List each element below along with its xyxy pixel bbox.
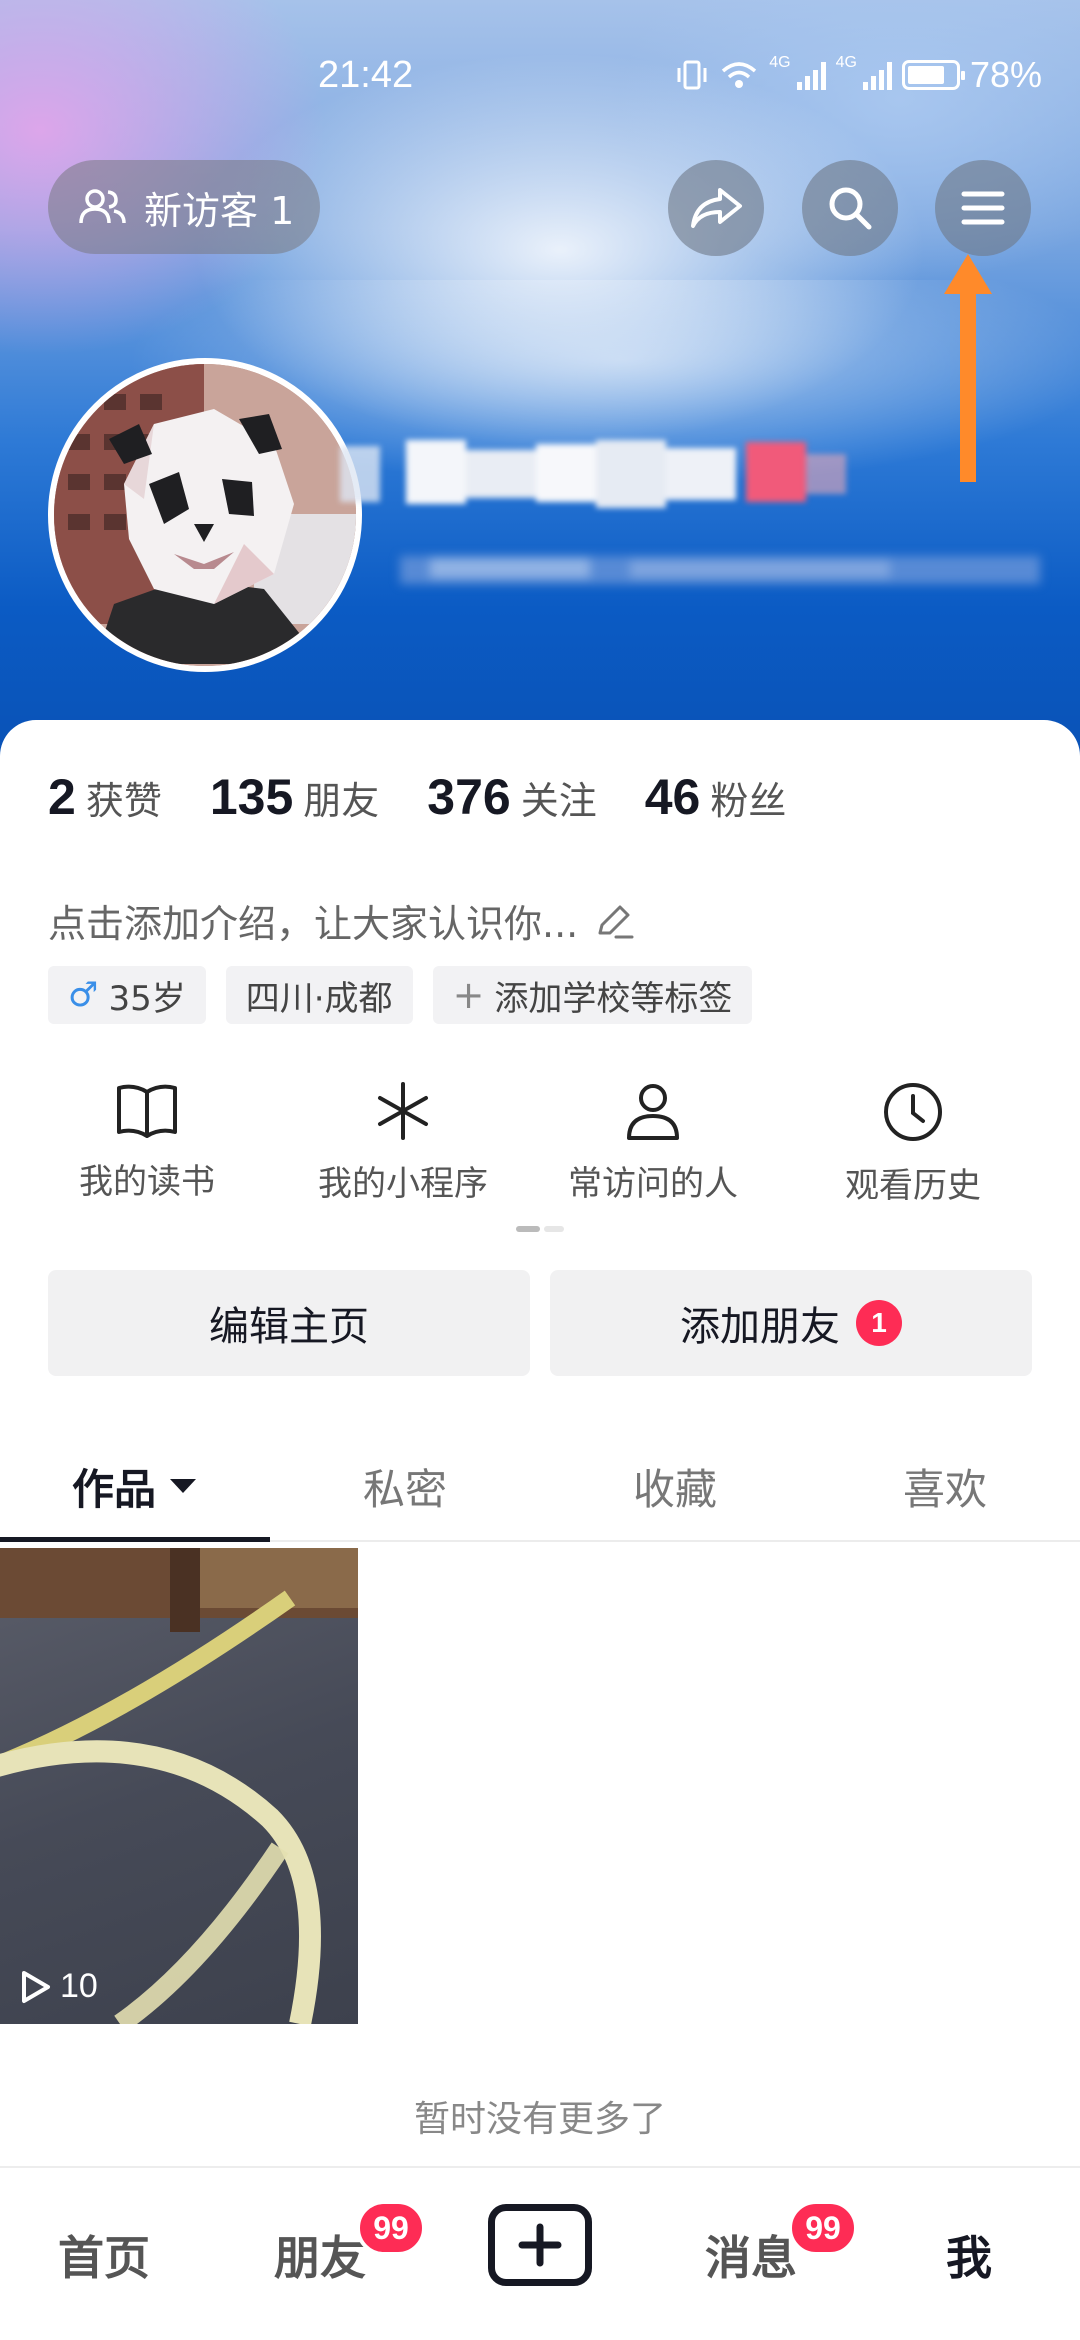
- wifi-icon: [722, 62, 757, 88]
- stat-value: 135: [209, 769, 294, 825]
- friends-badge: 99: [356, 2200, 426, 2256]
- shortcut-watch-history[interactable]: 观看历史: [828, 1080, 998, 1207]
- tab-works[interactable]: 作品: [0, 1430, 270, 1542]
- bottom-nav: 首页 朋友 99 消息 99 我: [0, 2166, 1080, 2340]
- status-indicators: 4G 4G 78%: [675, 54, 1042, 96]
- stat-likes[interactable]: 2 获赞: [48, 768, 162, 826]
- visitors-icon: [79, 189, 126, 224]
- stats-row: 2 获赞 135 朋友 376 关注 46 粉丝: [48, 768, 834, 826]
- status-time: 21:42: [318, 54, 414, 96]
- menu-button[interactable]: [935, 160, 1031, 256]
- stat-label: 关注: [520, 781, 597, 823]
- mini-program-icon: [378, 1082, 428, 1140]
- status-bar: 21:42 4G 4G 78%: [0, 40, 1080, 120]
- stat-followers[interactable]: 46 粉丝: [645, 768, 787, 826]
- play-icon: [22, 1970, 50, 2003]
- content-tabs: 作品 私密 收藏 喜欢: [0, 1430, 1080, 1542]
- create-button[interactable]: [488, 2204, 592, 2286]
- person-icon: [627, 1084, 679, 1140]
- shortcut-label: 我的小程序: [318, 1164, 488, 1204]
- tab-label: 收藏: [632, 1464, 717, 1514]
- signal-icon-1: [796, 60, 826, 90]
- pencil-icon: [598, 905, 634, 938]
- new-visitor-button[interactable]: 新访客 1: [48, 160, 320, 254]
- shortcut-label: 常访问的人: [568, 1164, 738, 1204]
- bio-prompt[interactable]: 点击添加介绍，让大家认识你...: [48, 893, 636, 948]
- username-blurred: [340, 440, 846, 508]
- stat-label: 朋友: [303, 781, 380, 823]
- nav-messages[interactable]: 消息: [705, 2222, 797, 2288]
- active-tab-indicator: [0, 1537, 270, 1542]
- clock-icon: [884, 1083, 942, 1141]
- stat-following[interactable]: 376 关注: [427, 768, 596, 826]
- video-thumbnail[interactable]: 10: [0, 1548, 358, 2024]
- nav-me[interactable]: 我: [946, 2222, 992, 2288]
- tab-private[interactable]: 私密: [270, 1430, 540, 1542]
- search-icon: [829, 187, 872, 230]
- shortcut-mini-programs[interactable]: 我的小程序: [308, 1080, 498, 1207]
- signal-icon-2: [862, 60, 892, 90]
- shortcut-page-indicator: [516, 1226, 564, 1232]
- plus-icon: [518, 2223, 562, 2267]
- caret-down-icon: [170, 1479, 196, 1493]
- shortcut-frequent-visitors[interactable]: 常访问的人: [558, 1080, 748, 1207]
- plus-icon: +: [452, 973, 485, 1017]
- tag-label: 35岁: [108, 978, 186, 1019]
- edit-profile-label: 编辑主页: [209, 1304, 369, 1350]
- shortcut-label: 观看历史: [845, 1166, 981, 1206]
- stat-value: 376: [427, 769, 511, 825]
- stat-label: 粉丝: [710, 781, 787, 823]
- vibrate-icon: [677, 60, 707, 90]
- user-id-blurred: [400, 556, 1040, 584]
- search-button[interactable]: [802, 160, 898, 256]
- play-count-value: 10: [60, 1967, 98, 2005]
- stat-value: 46: [644, 769, 701, 825]
- battery-percent: 78%: [969, 54, 1042, 95]
- book-icon: [117, 1084, 177, 1138]
- visitor-label: 新访客 1: [144, 188, 295, 233]
- tab-label: 喜欢: [902, 1464, 987, 1514]
- tag-label: 添加学校等标签: [494, 978, 733, 1019]
- tab-label: 私密: [362, 1464, 447, 1514]
- tab-favorites[interactable]: 收藏: [540, 1430, 810, 1542]
- shortcut-row: 我的读书 我的小程序 常访问的人 观看历史: [0, 1080, 1080, 1207]
- stat-friends[interactable]: 135 朋友: [210, 768, 379, 826]
- tab-likes[interactable]: 喜欢: [810, 1430, 1080, 1542]
- tag-add-school[interactable]: + 添加学校等标签: [432, 966, 753, 1024]
- tab-label: 作品: [71, 1464, 156, 1514]
- profile-tags: ♂ 35岁 四川·成都 + 添加学校等标签: [48, 966, 753, 1024]
- share-button[interactable]: [668, 160, 764, 256]
- male-icon: ♂: [68, 975, 99, 1015]
- tag-age[interactable]: ♂ 35岁: [48, 966, 206, 1024]
- menu-icon: [961, 191, 1005, 225]
- stat-value: 2: [48, 769, 76, 825]
- tag-location[interactable]: 四川·成都: [225, 966, 413, 1024]
- share-icon: [691, 188, 742, 228]
- add-friend-label: 添加朋友: [680, 1304, 840, 1350]
- annotation-arrow-icon: [944, 254, 992, 482]
- nav-home[interactable]: 首页: [58, 2222, 150, 2288]
- add-friend-button[interactable]: 添加朋友 1: [550, 1270, 1032, 1376]
- stat-label: 获赞: [85, 781, 162, 823]
- add-friend-badge: 1: [856, 1300, 902, 1346]
- panda-avatar-image: [54, 364, 356, 666]
- network-type-2: 4G: [835, 54, 857, 71]
- shortcut-reading[interactable]: 我的读书: [62, 1080, 232, 1207]
- network-type-1: 4G: [769, 54, 791, 71]
- video-thumbnail-image: [0, 1548, 358, 2024]
- bio-text: 点击添加介绍，让大家认识你...: [48, 902, 579, 946]
- edit-profile-button[interactable]: 编辑主页: [48, 1270, 530, 1376]
- battery-icon: [901, 60, 965, 90]
- messages-badge: 99: [788, 2200, 858, 2256]
- avatar[interactable]: [48, 358, 362, 672]
- nav-friends[interactable]: 朋友: [274, 2222, 366, 2288]
- no-more-content-text: 暂时没有更多了: [413, 2099, 666, 2140]
- play-count: 10: [18, 1967, 98, 2006]
- tag-label: 四川·成都: [245, 978, 393, 1019]
- shortcut-label: 我的读书: [79, 1162, 215, 1202]
